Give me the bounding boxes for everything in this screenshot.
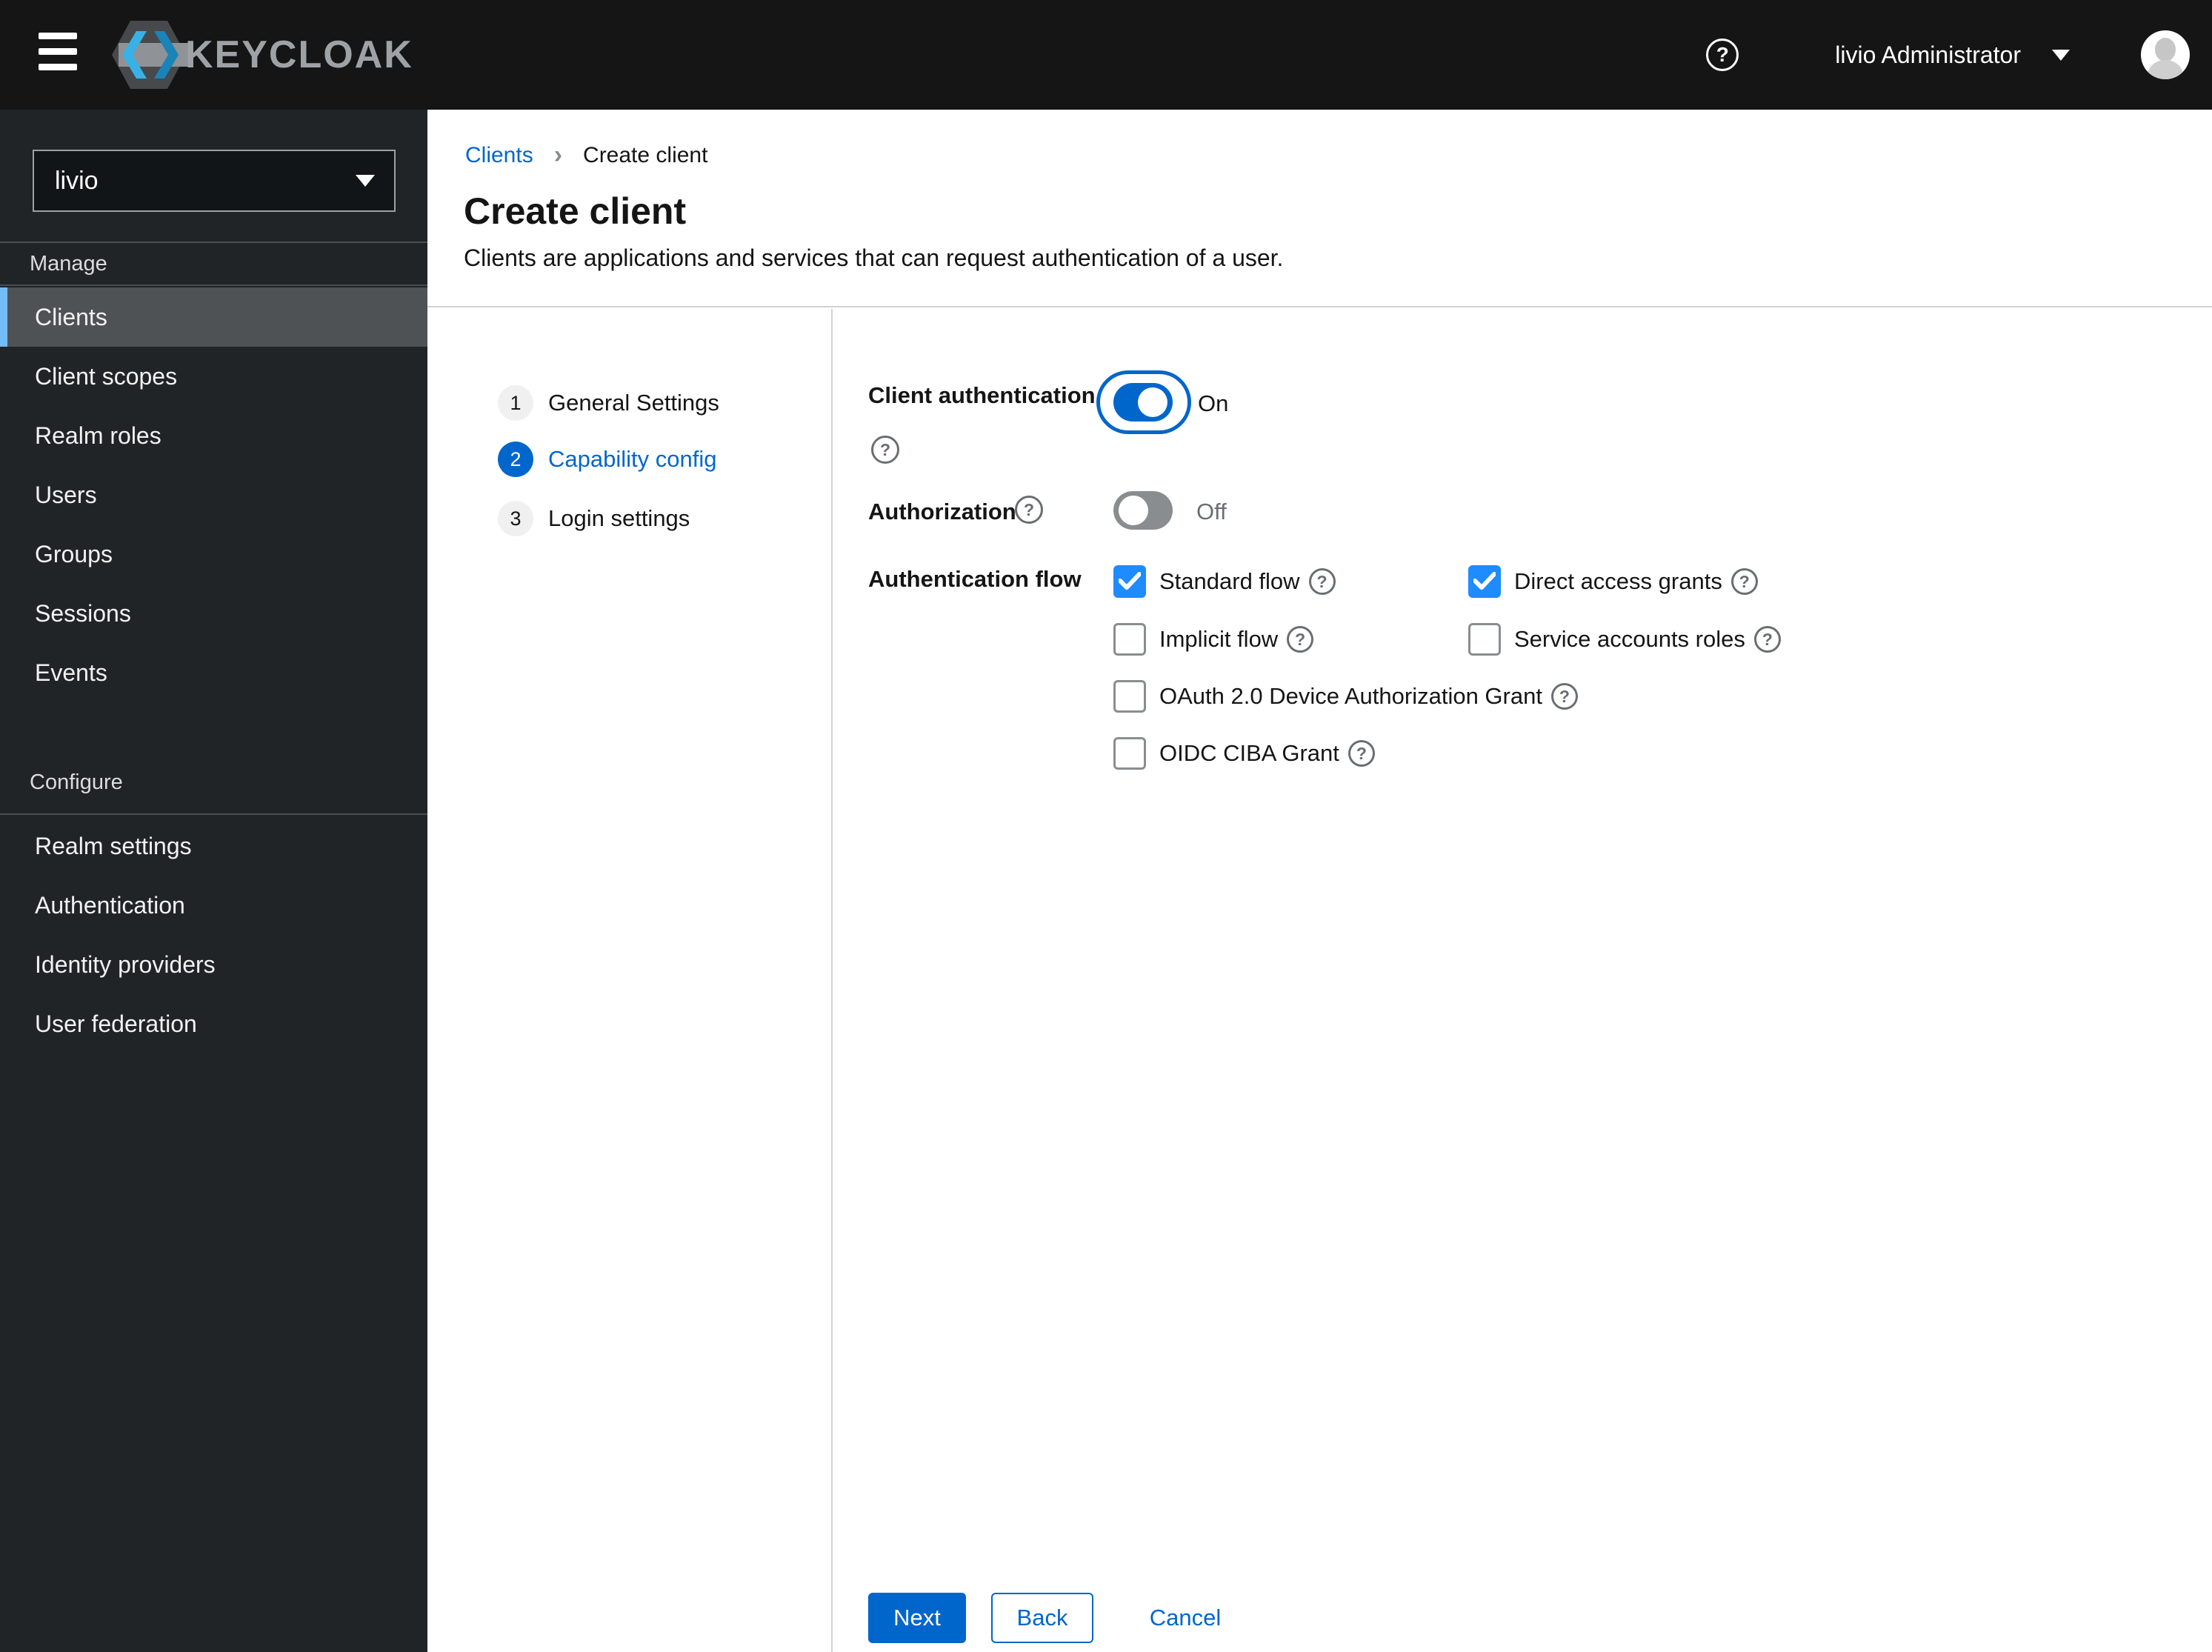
sidebar-item-identity-providers[interactable]: Identity providers: [0, 935, 427, 994]
implicit-flow-help-icon[interactable]: ?: [1287, 626, 1314, 653]
sidebar-item-authentication[interactable]: Authentication: [0, 876, 427, 935]
breadcrumb-current: Create client: [583, 142, 708, 167]
wizard-step-login-settings[interactable]: 3 Login settings: [498, 501, 690, 536]
checkbox-unchecked[interactable]: [1468, 623, 1501, 656]
sidebar-item-realm-roles[interactable]: Realm roles: [0, 406, 427, 465]
checkbox-unchecked[interactable]: [1113, 623, 1146, 656]
flow-option-direct-access-grants[interactable]: Direct access grants ?: [1468, 565, 1758, 598]
step-number: 3: [498, 501, 533, 536]
next-button[interactable]: Next: [868, 1593, 966, 1643]
avatar-person-icon: [2155, 38, 2176, 61]
step-label: Capability config: [548, 446, 717, 472]
page-description: Clients are applications and services th…: [464, 244, 1284, 271]
checkbox-unchecked[interactable]: [1113, 737, 1146, 770]
check-icon: [1473, 572, 1496, 590]
breadcrumb: Clients › Create client: [465, 141, 707, 170]
sidebar-item-users[interactable]: Users: [0, 465, 427, 524]
help-icon[interactable]: ?: [1706, 39, 1739, 71]
client-authentication-toggle[interactable]: [1113, 383, 1173, 422]
authorization-state: Off: [1196, 499, 1227, 524]
client-authentication-help-icon[interactable]: ?: [871, 436, 899, 464]
direct-access-grants-help-icon[interactable]: ?: [1730, 568, 1758, 595]
checkbox-unchecked[interactable]: [1113, 680, 1146, 713]
sidebar-nav: livio Manage Clients Client scopes Realm…: [0, 110, 427, 1652]
step-number: 1: [498, 385, 533, 421]
flow-option-implicit-flow[interactable]: Implicit flow ?: [1113, 623, 1314, 656]
toggle-knob: [1119, 496, 1148, 525]
sidebar-item-sessions[interactable]: Sessions: [0, 584, 427, 643]
chevron-down-icon: [2052, 49, 2070, 61]
oidc-ciba-grant-help-icon[interactable]: ?: [1347, 740, 1375, 767]
realm-selector[interactable]: livio: [33, 150, 396, 212]
flow-option-oidc-ciba-grant[interactable]: OIDC CIBA Grant ?: [1113, 737, 1375, 770]
checkbox-checked[interactable]: [1468, 565, 1501, 598]
wizard-step-capability-config[interactable]: 2 Capability config: [498, 442, 716, 477]
sidebar-item-clients[interactable]: Clients: [0, 287, 427, 347]
breadcrumb-link-clients[interactable]: Clients: [465, 143, 533, 168]
sidebar-divider: [0, 242, 427, 243]
header-right-group: ? livio Administrator: [1706, 0, 2190, 110]
keycloak-logo-icon: [112, 21, 190, 89]
standard-flow-help-icon[interactable]: ?: [1308, 568, 1336, 595]
sidebar-item-groups[interactable]: Groups: [0, 524, 427, 584]
steps-form-divider: [831, 309, 833, 1652]
nav-group-border: [0, 284, 427, 286]
keycloak-admin-console: KEYCLOAK ? livio Administrator livio Man…: [0, 0, 2212, 1652]
top-header-bar: KEYCLOAK ? livio Administrator: [0, 0, 2212, 110]
flow-option-service-accounts-roles[interactable]: Service accounts roles ?: [1468, 623, 1781, 656]
page-header: Clients › Create client Create client Cl…: [427, 110, 2212, 307]
checkbox-checked[interactable]: [1113, 565, 1146, 598]
flow-option-oauth-device-grant[interactable]: OAuth 2.0 Device Authorization Grant ?: [1113, 680, 1578, 713]
user-menu-label: livio Administrator: [1835, 41, 2021, 68]
brand-text: KEYCLOAK: [185, 33, 413, 76]
realm-selector-value: livio: [55, 166, 99, 195]
wizard-step-general-settings[interactable]: 1 General Settings: [498, 385, 719, 421]
sidebar-item-realm-settings[interactable]: Realm settings: [0, 816, 427, 876]
nav-group-title-configure: Configure: [30, 770, 123, 794]
keycloak-logo[interactable]: KEYCLOAK: [108, 18, 413, 92]
cancel-button[interactable]: Cancel: [1141, 1593, 1230, 1643]
hamburger-menu-icon[interactable]: [39, 33, 80, 77]
client-authentication-label: Client authentication: [868, 382, 1096, 408]
authorization-toggle[interactable]: [1113, 491, 1173, 530]
avatar[interactable]: [2141, 30, 2190, 79]
breadcrumb-separator-icon: ›: [553, 141, 563, 169]
sidebar-item-user-federation[interactable]: User federation: [0, 994, 427, 1053]
chevron-down-icon: [356, 175, 375, 187]
step-number: 2: [498, 442, 533, 477]
step-label: General Settings: [548, 390, 719, 416]
flow-option-standard-flow[interactable]: Standard flow ?: [1113, 565, 1336, 598]
authorization-help-icon[interactable]: ?: [1015, 496, 1043, 524]
back-button[interactable]: Back: [991, 1593, 1093, 1643]
sidebar-item-events[interactable]: Events: [0, 643, 427, 702]
oauth-device-grant-help-icon[interactable]: ?: [1550, 683, 1578, 710]
nav-group-border: [0, 813, 427, 815]
step-label: Login settings: [548, 505, 690, 531]
nav-group-title-manage: Manage: [30, 252, 107, 276]
page-title: Create client: [464, 190, 687, 232]
user-menu-dropdown[interactable]: livio Administrator: [1835, 41, 2070, 69]
toggle-knob: [1138, 387, 1167, 417]
check-icon: [1119, 572, 1141, 590]
client-authentication-state: On: [1198, 390, 1229, 416]
service-accounts-roles-help-icon[interactable]: ?: [1753, 626, 1781, 653]
authorization-label: Authorization: [868, 499, 1016, 524]
wizard-body: 1 General Settings 2 Capability config 3…: [427, 309, 2212, 1652]
authentication-flow-label: Authentication flow: [868, 566, 1082, 592]
sidebar-item-client-scopes[interactable]: Client scopes: [0, 347, 427, 406]
